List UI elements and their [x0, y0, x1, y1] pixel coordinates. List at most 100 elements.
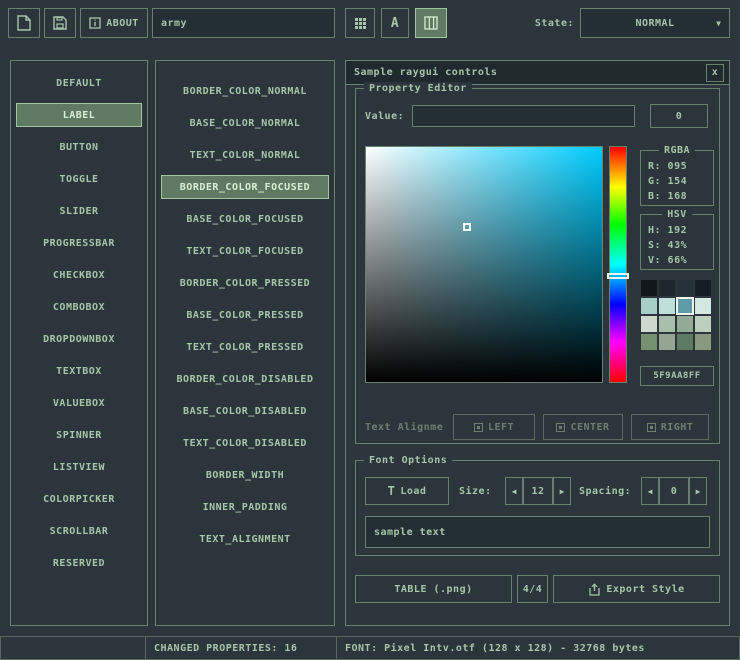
about-button-label: ABOUT	[106, 18, 139, 29]
text-t-icon: T	[388, 484, 396, 498]
color-swatch[interactable]	[695, 298, 711, 314]
hex-color-box[interactable]: 5F9AA8FF	[640, 366, 714, 386]
grid-icon	[354, 17, 367, 30]
hsv-s-value: S: 43%	[648, 238, 687, 253]
about-button[interactable]: ABOUT	[80, 8, 148, 38]
font-size-decrease-button[interactable]: ◀	[505, 477, 523, 505]
color-swatch[interactable]	[659, 280, 675, 296]
hue-slider-handle[interactable]	[607, 273, 629, 279]
list-item-text_color_disabled[interactable]: TEXT_COLOR_DISABLED	[161, 431, 329, 455]
state-label: State:	[494, 8, 574, 38]
export-table-label: TABLE (.png)	[394, 584, 472, 595]
color-swatch[interactable]	[659, 298, 675, 314]
style-table-view-button[interactable]	[415, 8, 447, 38]
color-picker-marker[interactable]	[463, 223, 471, 231]
color-swatch[interactable]	[659, 316, 675, 332]
new-style-button[interactable]	[8, 8, 40, 38]
font-spacing-decrease-button[interactable]: ◀	[641, 477, 659, 505]
font-spacing-value-box[interactable]: 0	[659, 477, 689, 505]
color-swatch[interactable]	[677, 298, 693, 314]
list-item-label[interactable]: LABEL	[16, 103, 142, 127]
list-item-border_width[interactable]: BORDER_WIDTH	[161, 463, 329, 487]
list-item-checkbox[interactable]: CHECKBOX	[16, 263, 142, 287]
export-pages-box[interactable]: 4/4	[517, 575, 548, 603]
color-swatch[interactable]	[677, 316, 693, 332]
property-value-input[interactable]	[412, 105, 635, 127]
rgba-r-value: R: 095	[648, 159, 687, 174]
list-item-text_color_normal[interactable]: TEXT_COLOR_NORMAL	[161, 143, 329, 167]
list-item-base_color_normal[interactable]: BASE_COLOR_NORMAL	[161, 111, 329, 135]
align-right-button[interactable]: RIGHT	[631, 414, 709, 440]
hue-slider[interactable]	[609, 146, 627, 383]
color-swatch[interactable]	[677, 334, 693, 350]
list-item-slider[interactable]: SLIDER	[16, 199, 142, 223]
color-swatch[interactable]	[641, 298, 657, 314]
table-icon	[424, 16, 438, 30]
font-size-value-box[interactable]: 12	[523, 477, 553, 505]
color-swatch[interactable]	[641, 316, 657, 332]
state-dropdown[interactable]: NORMAL ▼	[580, 8, 730, 38]
export-pages-value: 4/4	[523, 584, 543, 595]
arrow-right-icon: ▶	[560, 487, 565, 496]
list-item-progressbar[interactable]: PROGRESSBAR	[16, 231, 142, 255]
close-button[interactable]: x	[706, 64, 724, 82]
sample-text-input[interactable]: sample text	[365, 516, 710, 548]
color-swatch[interactable]	[641, 334, 657, 350]
font-load-label: Load	[400, 486, 426, 497]
hsv-h-value: H: 192	[648, 223, 687, 238]
save-icon	[53, 16, 67, 30]
list-item-listview[interactable]: LISTVIEW	[16, 455, 142, 479]
list-item-scrollbar[interactable]: SCROLLBAR	[16, 519, 142, 543]
color-swatch[interactable]	[695, 334, 711, 350]
color-saturation-value-panel[interactable]	[365, 146, 603, 383]
rgba-group-label: RGBA	[659, 144, 695, 157]
list-item-base_color_pressed[interactable]: BASE_COLOR_PRESSED	[161, 303, 329, 327]
color-swatch[interactable]	[641, 280, 657, 296]
font-spacing-increase-button[interactable]: ▶	[689, 477, 707, 505]
align-center-label: CENTER	[570, 422, 609, 433]
arrow-left-icon: ◀	[648, 487, 653, 496]
list-item-inner_padding[interactable]: INNER_PADDING	[161, 495, 329, 519]
sample-text-value: sample text	[374, 527, 446, 538]
arrow-right-icon: ▶	[696, 487, 701, 496]
list-item-base_color_focused[interactable]: BASE_COLOR_FOCUSED	[161, 207, 329, 231]
list-item-text_color_pressed[interactable]: TEXT_COLOR_PRESSED	[161, 335, 329, 359]
color-swatch[interactable]	[659, 334, 675, 350]
list-item-default[interactable]: DEFAULT	[16, 71, 142, 95]
list-item-border_color_normal[interactable]: BORDER_COLOR_NORMAL	[161, 79, 329, 103]
font-view-button[interactable]: A	[381, 8, 409, 38]
font-load-button[interactable]: T Load	[365, 477, 449, 505]
list-item-textbox[interactable]: TEXTBOX	[16, 359, 142, 383]
list-item-border_color_pressed[interactable]: BORDER_COLOR_PRESSED	[161, 271, 329, 295]
rgba-g-value: G: 154	[648, 174, 687, 189]
align-left-button[interactable]: LEFT	[453, 414, 535, 440]
color-swatch[interactable]	[695, 316, 711, 332]
list-item-base_color_disabled[interactable]: BASE_COLOR_DISABLED	[161, 399, 329, 423]
list-item-text_color_focused[interactable]: TEXT_COLOR_FOCUSED	[161, 239, 329, 263]
color-swatch[interactable]	[677, 280, 693, 296]
list-item-text_alignment[interactable]: TEXT_ALIGNMENT	[161, 527, 329, 551]
list-item-dropdownbox[interactable]: DROPDOWNBOX	[16, 327, 142, 351]
list-item-border_color_disabled[interactable]: BORDER_COLOR_DISABLED	[161, 367, 329, 391]
list-item-combobox[interactable]: COMBOBOX	[16, 295, 142, 319]
list-item-valuebox[interactable]: VALUEBOX	[16, 391, 142, 415]
list-item-spinner[interactable]: SPINNER	[16, 423, 142, 447]
style-name-input[interactable]	[152, 8, 335, 38]
save-style-button[interactable]	[44, 8, 76, 38]
align-center-button[interactable]: CENTER	[543, 414, 623, 440]
list-item-colorpicker[interactable]: COLORPICKER	[16, 487, 142, 511]
property-value-box[interactable]: 0	[650, 104, 708, 128]
font-size-increase-button[interactable]: ▶	[553, 477, 571, 505]
property-value-box-text: 0	[676, 111, 683, 122]
color-swatch[interactable]	[695, 280, 711, 296]
list-item-toggle[interactable]: TOGGLE	[16, 167, 142, 191]
grid-view-button[interactable]	[345, 8, 375, 38]
align-left-label: LEFT	[488, 422, 514, 433]
list-item-border_color_focused[interactable]: BORDER_COLOR_FOCUSED	[161, 175, 329, 199]
export-table-button[interactable]: TABLE (.png)	[355, 575, 512, 603]
list-item-reserved[interactable]: RESERVED	[16, 551, 142, 575]
font-options-group-label: Font Options	[364, 454, 452, 467]
export-style-button[interactable]: Export Style	[553, 575, 720, 603]
align-right-icon	[647, 423, 656, 432]
list-item-button[interactable]: BUTTON	[16, 135, 142, 159]
